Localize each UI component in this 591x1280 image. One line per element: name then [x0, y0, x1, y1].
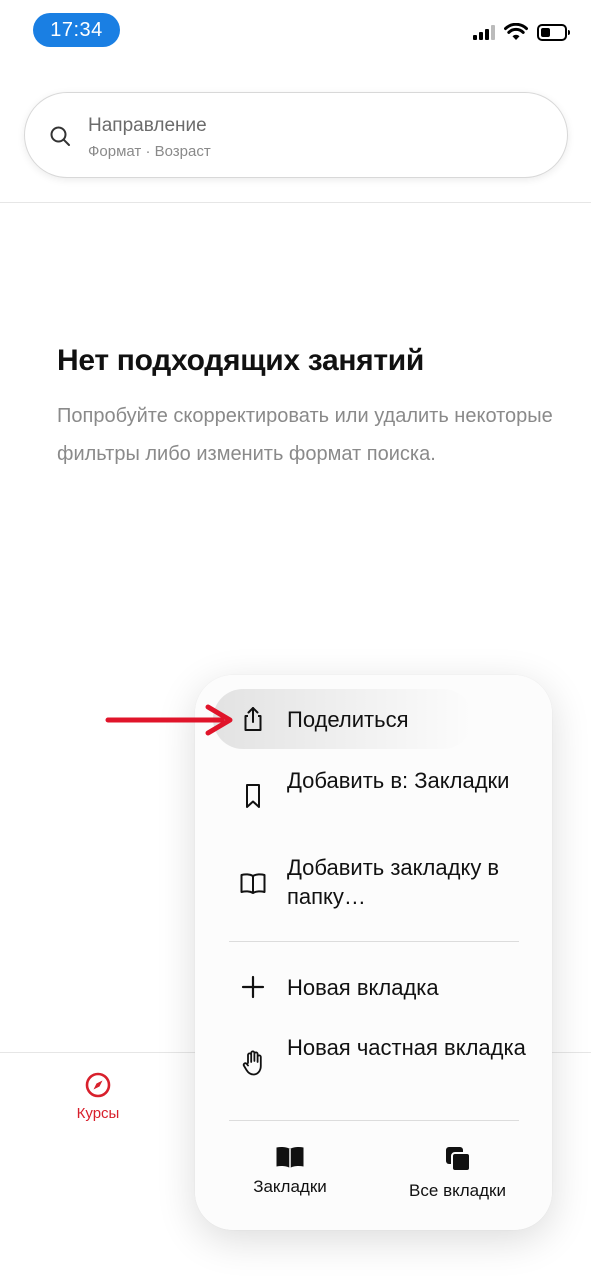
all-tabs-icon — [445, 1147, 471, 1172]
header-divider — [0, 202, 591, 203]
menu-item-share-label: Поделиться — [287, 707, 409, 732]
book-icon — [240, 873, 266, 894]
search-title: Направление — [88, 115, 207, 136]
menu-item-new-tab[interactable]: Новая вкладка — [195, 972, 552, 1006]
empty-state-text: Попробуйте скорректировать или удалить н… — [57, 405, 553, 465]
bookmarks-book-icon — [276, 1147, 304, 1168]
menu-bookmarks-label: Закладки — [253, 1177, 327, 1196]
menu-all-tabs-label: Все вкладки — [409, 1181, 506, 1200]
menu-item-add-to-folder-label: Добавить закладку в папку… — [287, 855, 500, 909]
search-subtitle: Формат · Возраст — [88, 143, 211, 160]
share-icon — [244, 707, 262, 731]
search-field[interactable]: Направление Формат · Возраст — [24, 92, 568, 178]
empty-state-title: Нет подходящих занятий — [57, 344, 425, 377]
menu-bookmarks-button[interactable]: Закладки — [240, 1145, 340, 1197]
menu-all-tabs-button[interactable]: Все вкладки — [395, 1145, 520, 1201]
status-icons — [473, 22, 570, 42]
cellular-signal-icon — [473, 24, 495, 40]
context-menu: Поделиться Добавить в: Закладки Добавить… — [195, 675, 552, 1230]
battery-icon — [537, 23, 570, 41]
menu-item-share[interactable]: Поделиться — [195, 703, 552, 737]
nav-item-courses[interactable]: Курсы — [60, 1071, 136, 1122]
hand-icon — [242, 1050, 262, 1076]
menu-item-add-bookmark-label: Добавить в: Закладки — [287, 768, 510, 793]
bookmark-icon — [246, 784, 260, 808]
wifi-icon — [504, 23, 528, 40]
menu-item-new-tab-label: Новая вкладка — [287, 975, 439, 1000]
plus-icon — [241, 975, 265, 999]
menu-item-add-bookmark[interactable]: Добавить в: Закладки — [195, 766, 552, 826]
menu-divider — [229, 941, 519, 942]
annotation-arrow-icon — [105, 704, 233, 736]
menu-item-add-to-folder[interactable]: Добавить закладку в папку… — [195, 853, 552, 913]
menu-item-new-private-tab-label: Новая частная вкладка — [287, 1035, 526, 1060]
nav-item-courses-label: Курсы — [76, 1105, 120, 1122]
menu-divider-bottom — [229, 1120, 519, 1121]
status-bar: 17:34 — [0, 0, 591, 62]
menu-item-new-private-tab[interactable]: Новая частная вкладка — [195, 1033, 552, 1093]
search-icon — [50, 126, 70, 146]
status-time: 17:34 — [33, 13, 120, 47]
screen: 17:34 Направление Формат · Возраст Нет п… — [0, 0, 591, 1280]
compass-icon — [85, 1072, 111, 1098]
